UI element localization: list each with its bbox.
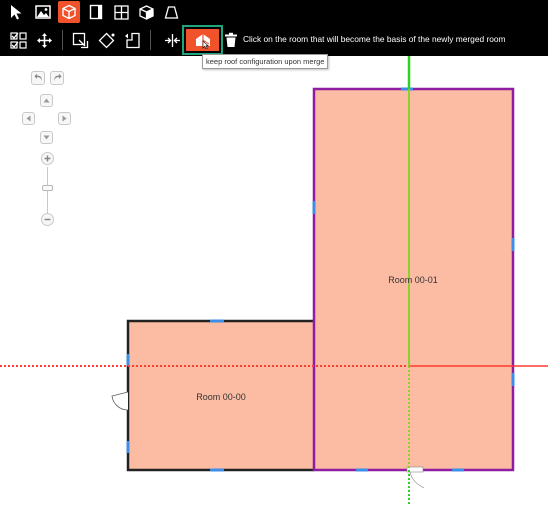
pan-left-button[interactable] <box>22 112 35 125</box>
zoom-in-button[interactable] <box>41 152 54 165</box>
window-marker <box>511 238 515 251</box>
arrow-right-icon <box>62 115 67 122</box>
diamond-icon[interactable] <box>96 30 116 50</box>
window-marker <box>126 441 130 453</box>
redo-icon <box>53 74 61 81</box>
arrow-down-icon <box>43 135 50 140</box>
trapezoid-icon[interactable] <box>161 2 181 22</box>
toolbar-divider <box>150 30 151 50</box>
move-arrows-icon[interactable] <box>34 30 54 50</box>
checkbox-grid-icon[interactable] <box>8 30 28 50</box>
main-toolbar <box>0 0 548 24</box>
resize-square-icon[interactable] <box>70 30 90 50</box>
box-icon[interactable] <box>136 2 156 22</box>
door-swing <box>409 471 425 489</box>
cursor-arrow-icon[interactable] <box>7 2 27 22</box>
door-icon[interactable] <box>86 2 106 22</box>
minus-icon <box>44 218 51 221</box>
room-label: Room 00-00 <box>196 392 246 402</box>
roof-merge-icon <box>186 29 219 51</box>
undo-button[interactable] <box>31 71 45 85</box>
picture-icon[interactable] <box>33 2 53 22</box>
plus-icon <box>44 155 51 162</box>
window-marker <box>210 468 224 472</box>
pan-up-button[interactable] <box>40 94 53 107</box>
floor-plan-canvas[interactable]: Room 00-00 Room 00-01 <box>0 56 548 506</box>
window-marker <box>312 201 316 214</box>
cube-icon[interactable] <box>58 1 80 23</box>
arrow-left-icon <box>26 115 31 122</box>
window-marker <box>511 373 515 386</box>
status-message: Click on the room that will become the b… <box>243 34 506 44</box>
merge-arrows-icon[interactable] <box>162 30 182 50</box>
undo-icon <box>34 74 42 81</box>
l-shape-icon[interactable] <box>122 30 142 50</box>
room-sub-toolbar: Click on the room that will become the b… <box>0 24 548 56</box>
window-marker <box>356 468 368 472</box>
floor-plan-drawing: Room 00-00 Room 00-01 <box>0 56 548 506</box>
arrow-up-icon <box>43 98 50 103</box>
keep-roof-button[interactable] <box>182 25 223 55</box>
zoom-out-button[interactable] <box>41 213 54 226</box>
window-marker <box>126 354 130 366</box>
trash-icon[interactable] <box>222 30 240 50</box>
window-marker <box>401 87 413 91</box>
pan-down-button[interactable] <box>40 131 53 144</box>
pan-right-button[interactable] <box>58 112 71 125</box>
room-label: Room 00-01 <box>388 275 438 285</box>
redo-button[interactable] <box>50 71 64 85</box>
zoom-slider-thumb[interactable] <box>42 185 53 191</box>
door-swing <box>111 391 129 411</box>
keep-roof-tooltip: keep roof configuration upon merge <box>202 54 329 69</box>
window-marker <box>210 319 224 323</box>
window-marker <box>452 468 464 472</box>
window-grid-icon[interactable] <box>111 2 131 22</box>
toolbar-divider <box>62 30 63 50</box>
